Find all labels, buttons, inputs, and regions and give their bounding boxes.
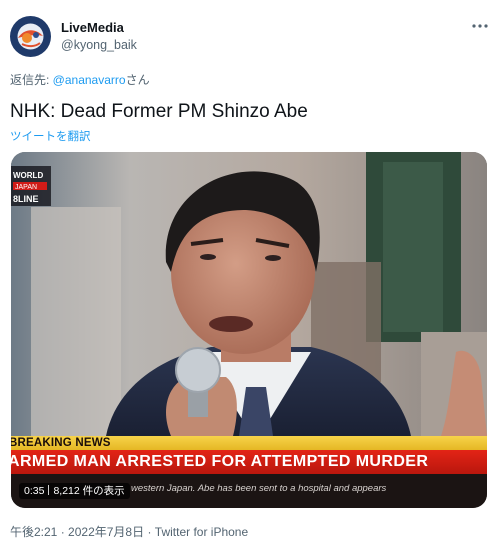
reply-suffix: さん <box>125 73 150 87</box>
video-duration-views-badge: 0:35 8,212 件の表示 <box>19 483 130 499</box>
more-options-button[interactable] <box>468 14 492 38</box>
author-display-name[interactable]: LiveMedia <box>61 20 124 35</box>
video-view-count: 8,212 件の表示 <box>53 485 125 497</box>
news-ticker-text: western Japan. Abe has been sent to a ho… <box>131 483 387 494</box>
livemedia-logo-icon <box>10 16 51 57</box>
more-horizontal-icon <box>472 24 488 28</box>
reply-prefix: 返信先: <box>10 73 53 87</box>
chyron-headline: ARMED MAN ARRESTED FOR ATTEMPTED MURDER <box>11 453 429 470</box>
badge-separator <box>48 485 50 495</box>
tweet-meta-line: 午後2:21 · 2022年7月8日 · Twitter for iPhone <box>10 523 248 540</box>
meta-separator: · <box>60 525 65 539</box>
video-duration: 0:35 <box>24 485 45 497</box>
avatar[interactable] <box>10 16 51 57</box>
tweet-text: NHK: Dead Former PM Shinzo Abe <box>10 101 308 122</box>
tweet-card: LiveMedia @kyong_baik 返信先: @ananavarroさん… <box>0 0 500 545</box>
reply-to-line: 返信先: @ananavarroさん <box>10 71 150 88</box>
chyron-label: BREAKING NEWS <box>11 437 111 449</box>
reply-mention-link[interactable]: @ananavarro <box>53 73 126 87</box>
corner-logo-line-2: JAPAN <box>15 184 37 191</box>
tweet-time[interactable]: 午後2:21 <box>10 525 57 539</box>
tweet-date[interactable]: 2022年7月8日 <box>68 525 144 539</box>
tweet-video[interactable]: WORLD JAPAN 8LINE BREAKING NEWS ARMED MA… <box>11 152 487 508</box>
meta-separator: · <box>147 525 152 539</box>
translate-tweet-link[interactable]: ツイートを翻訳 <box>10 128 91 144</box>
corner-logo-line-3: 8LINE <box>13 194 39 204</box>
author-handle[interactable]: @kyong_baik <box>61 38 137 52</box>
tweet-client: Twitter for iPhone <box>154 525 249 539</box>
corner-logo-line-1: WORLD <box>13 171 43 180</box>
